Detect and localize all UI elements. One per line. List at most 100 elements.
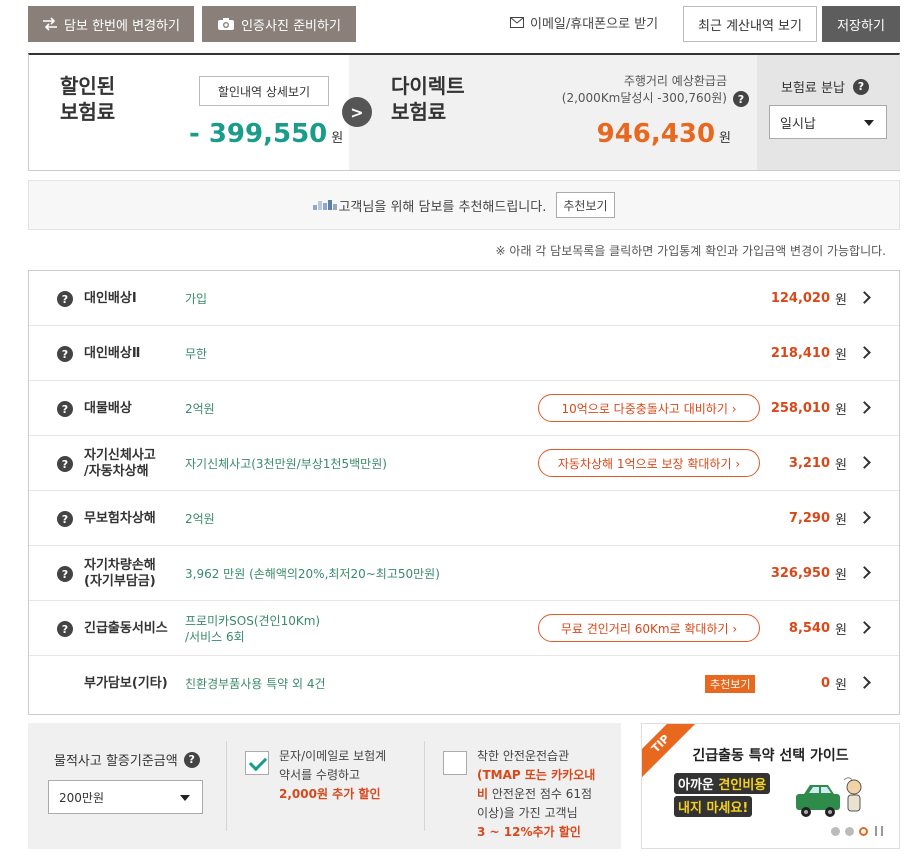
help-icon[interactable]: ? — [57, 566, 73, 582]
coverage-row[interactable]: ? 긴급출동서비스 프로미카SOS(견인10Km)/서비스 6회 무료 견인거리… — [29, 601, 899, 656]
mileage-refund-amount: (2,000Km달성시 -300,760원) — [561, 91, 727, 105]
threshold-label: 물적사고 할증기준금액 ? — [54, 750, 200, 769]
tow-car-illustration-icon — [796, 777, 862, 817]
recommend-tag-button[interactable]: 추천보기 — [705, 675, 756, 693]
bottom-options: 물적사고 할증기준금액 ? 200만원 문자/이메일로 보험계 약서를 수령하고… — [28, 723, 621, 849]
recent-calculation-button[interactable]: 최근 계산내역 보기 — [683, 6, 817, 42]
upgrade-promo-button[interactable]: 무료 견인거리 60Km로 확대하기 › — [538, 614, 760, 642]
direct-title-line2: 보험료 — [391, 100, 447, 124]
help-icon[interactable]: ? — [57, 346, 73, 362]
coverage-name: 긴급출동서비스 — [84, 620, 168, 636]
direct-premium-title: 다이렉트 보험료 — [391, 73, 465, 125]
help-icon[interactable]: ? — [57, 621, 73, 637]
caret-down-icon — [180, 795, 190, 801]
carousel-dot[interactable] — [845, 826, 854, 836]
coverage-value: 가입 — [185, 291, 208, 306]
discount-amount-value: - 399,550 — [189, 119, 328, 149]
coverage-row[interactable]: ? 자기차량손해 (자기부담금) 3,962 만원 (손해액의20%,최저20~최… — [29, 546, 899, 601]
pause-icon[interactable] — [875, 826, 883, 836]
installment-select[interactable]: 일시납 — [769, 105, 887, 139]
upgrade-promo-button[interactable]: 10억으로 다중충돌사고 대비하기 › — [538, 394, 760, 422]
coverage-value: 무한 — [185, 346, 208, 361]
installment-panel: 보험료 분납 ? 일시납 — [757, 55, 900, 170]
carousel-indicator — [831, 826, 883, 836]
discount-detail-label: 할인내역 상세보기 — [217, 84, 311, 99]
discounted-title-line1: 할인된 — [60, 74, 116, 98]
help-icon[interactable]: ? — [183, 751, 200, 768]
help-icon[interactable]: ? — [733, 91, 749, 107]
envelope-icon — [510, 16, 524, 28]
prepare-photo-button[interactable]: 인증사진 준비하기 — [202, 6, 356, 42]
won-unit: 원 — [719, 131, 731, 146]
camera-icon — [218, 18, 235, 30]
recommend-button[interactable]: 추천보기 — [556, 192, 615, 218]
coverage-price: 124,020 원 — [770, 291, 847, 308]
tip-banner[interactable]: TIP 긴급출동 특약 선택 가이드 아까운 견인비용 내지 마세요! — [641, 723, 900, 849]
recommend-text: 고객님을 위해 담보를 추천해드립니다. — [313, 196, 546, 215]
safe-driving-text: 착한 안전운전습관 (TMAP 또는 카카오내 비 안전운전 점수 61점 이상… — [477, 749, 596, 839]
tip-slogan: 아까운 견인비용 내지 마세요! — [674, 773, 784, 817]
e-document-checkbox[interactable] — [245, 751, 269, 775]
installment-label-text: 보험료 분납 — [781, 81, 845, 96]
threshold-section: 물적사고 할증기준금액 ? 200만원 — [28, 723, 226, 849]
coverage-price: 258,010 원 — [770, 401, 847, 418]
direct-title-line1: 다이렉트 — [391, 74, 465, 98]
chevron-right-icon — [858, 346, 871, 359]
upgrade-promo-button[interactable]: 자동차상해 1억으로 보장 확대하기 › — [538, 449, 760, 477]
change-coverage-button[interactable]: 담보 한번에 변경하기 — [28, 6, 194, 42]
coverage-value: 프로미카SOS(견인10Km)/서비스 6회 — [185, 613, 321, 644]
discount-detail-button[interactable]: 할인내역 상세보기 — [199, 76, 329, 106]
threshold-label-text: 물적사고 할증기준금액 — [54, 754, 178, 769]
chevron-right-icon — [858, 676, 871, 689]
coverage-price: 0원 — [820, 676, 847, 693]
coverage-price: 7,290 원 — [788, 511, 847, 528]
chevron-right-icon — [858, 401, 871, 414]
recent-calculation-label: 최근 계산내역 보기 — [698, 18, 802, 34]
save-label: 저장하기 — [837, 18, 885, 34]
tip-slogan-line2: 내지 마세요! — [674, 796, 753, 817]
coverage-list: ? 대인배상Ⅰ 가입 124,020 원 ? 대인배상Ⅱ 무한 218,410 원 … — [28, 270, 900, 715]
coverage-note: ※ 아래 각 담보목록을 클릭하면 가입통계 확인과 가입금액 변경이 가능합니… — [495, 244, 886, 258]
threshold-select[interactable]: 200만원 — [48, 780, 203, 814]
safe-driving-checkbox[interactable] — [443, 751, 467, 775]
chevron-right-icon — [858, 456, 871, 469]
coverage-row[interactable]: ? 자기신체사고/자동차상해 자기신체사고(3천만원/부상1천5백만원) 자동차… — [29, 436, 899, 491]
help-icon[interactable]: ? — [57, 401, 73, 417]
discounted-premium-title: 할인된 보험료 — [60, 73, 115, 125]
receive-email-link[interactable]: 이메일/휴대폰으로 받기 — [510, 6, 658, 38]
receive-email-label: 이메일/휴대폰으로 받기 — [530, 16, 659, 32]
coverage-price: 218,410 원 — [770, 346, 847, 363]
help-icon[interactable]: ? — [57, 456, 73, 472]
total-premium-value: 946,430 — [596, 119, 716, 149]
coverage-row[interactable]: ? 무보험차상해 2억원 7,290 원 — [29, 491, 899, 546]
coverage-row[interactable]: 부가담보(기타) 친환경부품사용 특약 외 4건 추천보기 0원 — [29, 656, 899, 711]
coverage-name: 대인배상Ⅰ — [84, 290, 137, 306]
coverage-value: 친환경부품사용 특약 외 4건 — [185, 676, 326, 691]
coverage-value: 자기신체사고(3천만원/부상1천5백만원) — [185, 456, 387, 471]
coverage-row[interactable]: ? 대인배상Ⅰ 가입 124,020 원 — [29, 271, 899, 326]
coverage-price: 3,210 원 — [788, 456, 847, 473]
recommend-button-label: 추천보기 — [563, 198, 608, 213]
coverage-name: 대물배상 — [84, 400, 132, 416]
coverage-row[interactable]: ? 대인배상Ⅱ 무한 218,410 원 — [29, 326, 899, 381]
save-button[interactable]: 저장하기 — [822, 6, 900, 42]
coverage-row[interactable]: ? 대물배상 2억원 10억으로 다중충돌사고 대비하기 › 258,010 원 — [29, 381, 899, 436]
e-document-option: 문자/이메일로 보험계 약서를 수령하고 2,000원 추가 할인 — [226, 741, 424, 831]
top-toolbar: 담보 한번에 변경하기 인증사진 준비하기 이메일/휴대폰으로 받기 최근 계산… — [28, 6, 900, 42]
coverage-name: 자기차량손해 (자기부담금) — [84, 557, 156, 589]
mileage-refund-label: 주행거리 예상환급금 — [623, 74, 727, 88]
safe-driving-option: 착한 안전운전습관 (TMAP 또는 카카오내 비 안전운전 점수 61점 이상… — [424, 741, 621, 839]
carousel-dot[interactable] — [831, 826, 840, 836]
help-icon[interactable]: ? — [852, 78, 869, 95]
swap-icon — [43, 17, 58, 31]
help-icon[interactable]: ? — [57, 511, 73, 527]
help-icon[interactable]: ? — [57, 291, 73, 307]
threshold-select-value: 200만원 — [59, 790, 104, 805]
direct-premium-panel: 다이렉트 보험료 주행거리 예상환급금 (2,000Km달성시 -300,760… — [349, 55, 757, 170]
installment-label: 보험료 분납 ? — [781, 77, 869, 96]
chevron-right-icon — [858, 291, 871, 304]
coverage-price: 8,540 원 — [788, 621, 847, 638]
carousel-dot-active[interactable] — [859, 826, 868, 836]
change-coverage-label: 담보 한번에 변경하기 — [64, 18, 180, 34]
recommend-message: 고객님을 위해 담보를 추천해드립니다. — [338, 199, 547, 215]
